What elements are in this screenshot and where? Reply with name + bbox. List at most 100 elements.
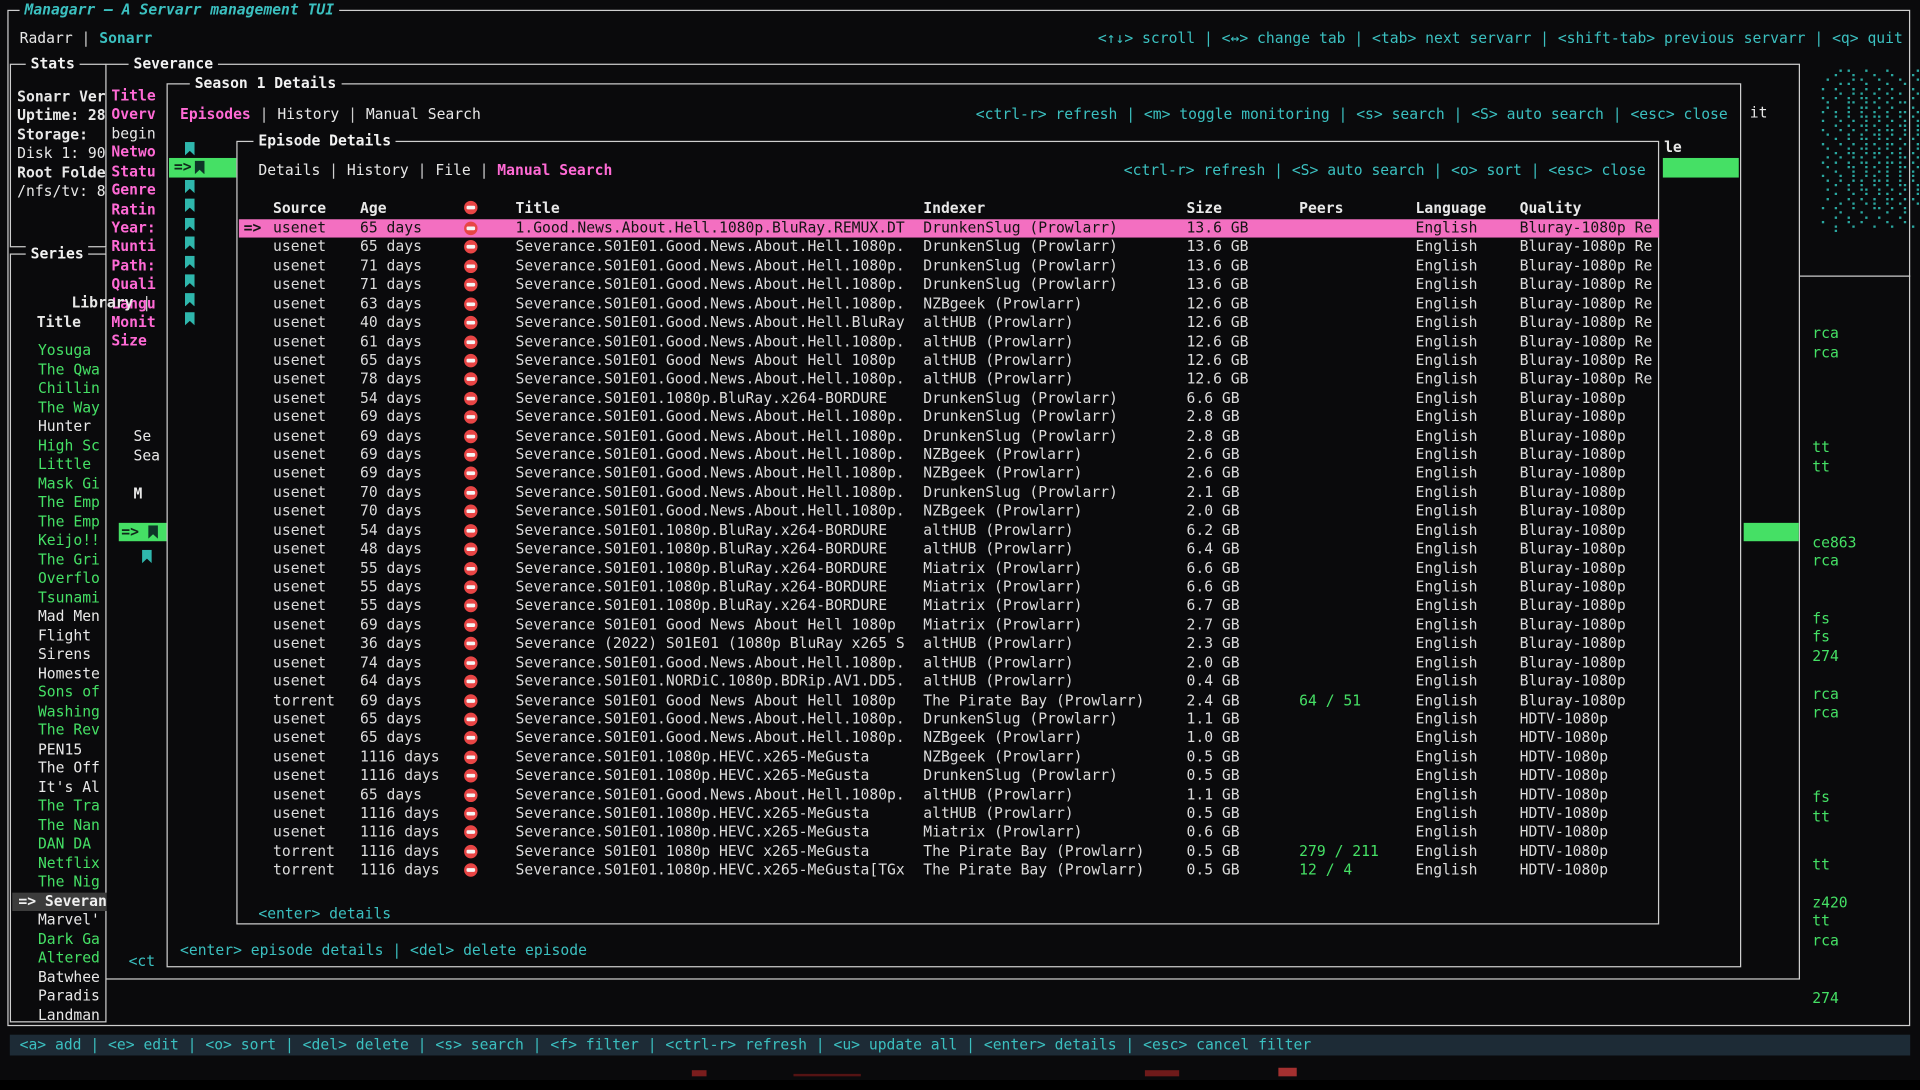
- text-fragment: fs: [1812, 610, 1830, 628]
- release-language: English: [1416, 767, 1478, 785]
- release-language: English: [1416, 257, 1478, 275]
- series-item[interactable]: Tsunami: [12, 588, 106, 607]
- series-item[interactable]: Landman: [12, 1006, 106, 1025]
- release-row[interactable]: usenet71 daysSeverance.S01E01.Good.News.…: [239, 257, 1659, 276]
- release-row[interactable]: torrent69 daysSeverance S01E01 Good News…: [239, 691, 1659, 710]
- series-item[interactable]: PEN15: [12, 740, 106, 759]
- series-item[interactable]: The Emp: [12, 512, 106, 531]
- release-row[interactable]: usenet65 daysSeverance.S01E01 Good News …: [239, 351, 1659, 370]
- release-row[interactable]: usenet70 daysSeverance.S01E01.Good.News.…: [239, 502, 1659, 521]
- series-item[interactable]: => Severan: [12, 892, 106, 911]
- release-row[interactable]: usenet65 daysSeverance.S01E01.Good.News.…: [239, 710, 1659, 729]
- release-row[interactable]: usenet54 daysSeverance.S01E01.1080p.BluR…: [239, 521, 1659, 540]
- episode-row-selected-fragment[interactable]: =>: [169, 158, 238, 177]
- series-item[interactable]: Netflix: [12, 854, 106, 873]
- series-item[interactable]: Mask Gi: [12, 474, 106, 493]
- release-source: usenet: [273, 219, 326, 237]
- series-library-panel: Series Library | Title YosugaThe QwaChil…: [10, 253, 107, 1022]
- series-item[interactable]: Sons of: [12, 683, 106, 702]
- release-language: English: [1416, 408, 1478, 426]
- release-row[interactable]: usenet40 daysSeverance.S01E01.Good.News.…: [239, 314, 1659, 333]
- series-item[interactable]: Homeste: [12, 664, 106, 683]
- release-row[interactable]: usenet1116 daysSeverance.S01E01.1080p.HE…: [239, 805, 1659, 824]
- tab-history[interactable]: History: [347, 162, 409, 179]
- release-row[interactable]: usenet69 daysSeverance.S01E01.Good.News.…: [239, 465, 1659, 484]
- release-row[interactable]: usenet61 daysSeverance.S01E01.Good.News.…: [239, 332, 1659, 351]
- release-row[interactable]: =>usenet65 days1.Good.News.About.Hell.10…: [239, 219, 1659, 238]
- tab-details[interactable]: Details: [258, 162, 320, 179]
- release-age: 71 days: [360, 276, 422, 294]
- series-item[interactable]: Hunter: [12, 418, 106, 437]
- series-item[interactable]: The Way: [12, 399, 106, 418]
- series-item[interactable]: Yosuga: [12, 342, 106, 361]
- tab-sonarr[interactable]: Sonarr: [99, 29, 152, 46]
- tab-manual-search[interactable]: Manual Search: [497, 162, 612, 179]
- release-row[interactable]: usenet69 daysSeverance.S01E01.Good.News.…: [239, 408, 1659, 427]
- panel-divider: [1800, 276, 1910, 277]
- release-row[interactable]: usenet36 daysSeverance (2022) S01E01 (10…: [239, 635, 1659, 654]
- release-row[interactable]: torrent1116 daysSeverance.S01E01.1080p.H…: [239, 861, 1659, 880]
- release-row[interactable]: usenet55 daysSeverance.S01E01.1080p.BluR…: [239, 559, 1659, 578]
- series-item[interactable]: Sirens: [12, 645, 106, 664]
- series-item[interactable]: It's Al: [12, 778, 106, 797]
- series-item[interactable]: The Tra: [12, 797, 106, 816]
- series-item[interactable]: The Rev: [12, 721, 106, 740]
- rejected-icon: [464, 580, 477, 593]
- release-row[interactable]: usenet1116 daysSeverance.S01E01.1080p.HE…: [239, 767, 1659, 786]
- series-item[interactable]: The Nig: [12, 873, 106, 892]
- series-item[interactable]: Altered: [12, 949, 106, 968]
- release-row[interactable]: usenet78 daysSeverance.S01E01.Good.News.…: [239, 370, 1659, 389]
- release-peers: 64 / 51: [1299, 691, 1361, 709]
- release-row[interactable]: usenet69 daysSeverance.S01E01.Good.News.…: [239, 427, 1659, 446]
- series-item[interactable]: Washing: [12, 702, 106, 721]
- series-item[interactable]: Marvel': [12, 911, 106, 930]
- release-row[interactable]: usenet69 daysSeverance.S01E01.Good.News.…: [239, 446, 1659, 465]
- release-row[interactable]: usenet70 daysSeverance.S01E01.Good.News.…: [239, 484, 1659, 503]
- tab-library[interactable]: Library: [71, 294, 133, 311]
- release-language: English: [1416, 805, 1478, 823]
- release-row[interactable]: usenet69 daysSeverance S01E01 Good News …: [239, 616, 1659, 635]
- release-row[interactable]: usenet65 daysSeverance.S01E01.Good.News.…: [239, 729, 1659, 748]
- series-item[interactable]: The Qwa: [12, 361, 106, 380]
- series-item[interactable]: Mad Men: [12, 607, 106, 626]
- tab-radarr[interactable]: Radarr: [20, 29, 73, 46]
- release-row[interactable]: usenet63 daysSeverance.S01E01.Good.News.…: [239, 295, 1659, 314]
- release-row[interactable]: usenet1116 daysSeverance.S01E01.1080p.HE…: [239, 823, 1659, 842]
- tab-history[interactable]: History: [277, 105, 339, 122]
- series-item[interactable]: The Off: [12, 759, 106, 778]
- tab-file[interactable]: File: [435, 162, 470, 179]
- series-item[interactable]: Paradis: [12, 987, 106, 1006]
- release-row[interactable]: usenet55 daysSeverance.S01E01.1080p.BluR…: [239, 597, 1659, 616]
- release-row[interactable]: usenet54 daysSeverance.S01E01.1080p.BluR…: [239, 389, 1659, 408]
- series-item[interactable]: Batwhee: [12, 968, 106, 987]
- series-item[interactable]: Flight: [12, 626, 106, 645]
- release-row[interactable]: usenet55 daysSeverance.S01E01.1080p.BluR…: [239, 578, 1659, 597]
- series-item[interactable]: Chillin: [12, 380, 106, 399]
- release-row[interactable]: usenet48 daysSeverance.S01E01.1080p.BluR…: [239, 540, 1659, 559]
- release-indexer: NZBgeek (Prowlarr): [923, 465, 1082, 483]
- release-quality: Bluray-1080p: [1520, 616, 1626, 634]
- series-item[interactable]: Dark Ga: [12, 930, 106, 949]
- series-item[interactable]: High Sc: [12, 437, 106, 456]
- series-item[interactable]: Keijo!!: [12, 531, 106, 550]
- series-item[interactable]: The Emp: [12, 493, 106, 512]
- series-item[interactable]: Little: [12, 456, 106, 475]
- release-row[interactable]: usenet65 daysSeverance.S01E01.Good.News.…: [239, 786, 1659, 805]
- seasons-header-fragment: Se: [133, 427, 151, 445]
- release-row[interactable]: usenet71 daysSeverance.S01E01.Good.News.…: [239, 276, 1659, 295]
- release-row[interactable]: usenet65 daysSeverance.S01E01.Good.News.…: [239, 238, 1659, 257]
- tab-episodes[interactable]: Episodes: [180, 105, 251, 122]
- tab-manual-search[interactable]: Manual Search: [366, 105, 481, 122]
- release-row[interactable]: torrent1116 daysSeverance S01E01 1080p H…: [239, 842, 1659, 861]
- release-language: English: [1416, 597, 1478, 615]
- rejected-icon: [464, 392, 477, 405]
- release-row[interactable]: usenet1116 daysSeverance.S01E01.1080p.HE…: [239, 748, 1659, 767]
- season-row-selected-fragment[interactable]: =>: [119, 523, 168, 542]
- series-item[interactable]: The Nan: [12, 816, 106, 835]
- series-item[interactable]: The Gri: [12, 550, 106, 569]
- text-fragment: fs: [1812, 628, 1830, 646]
- series-item[interactable]: Overflo: [12, 569, 106, 588]
- series-item[interactable]: DAN DA: [12, 835, 106, 854]
- release-row[interactable]: usenet64 daysSeverance.S01E01.NORDiC.108…: [239, 672, 1659, 691]
- release-row[interactable]: usenet74 daysSeverance.S01E01.Good.News.…: [239, 653, 1659, 672]
